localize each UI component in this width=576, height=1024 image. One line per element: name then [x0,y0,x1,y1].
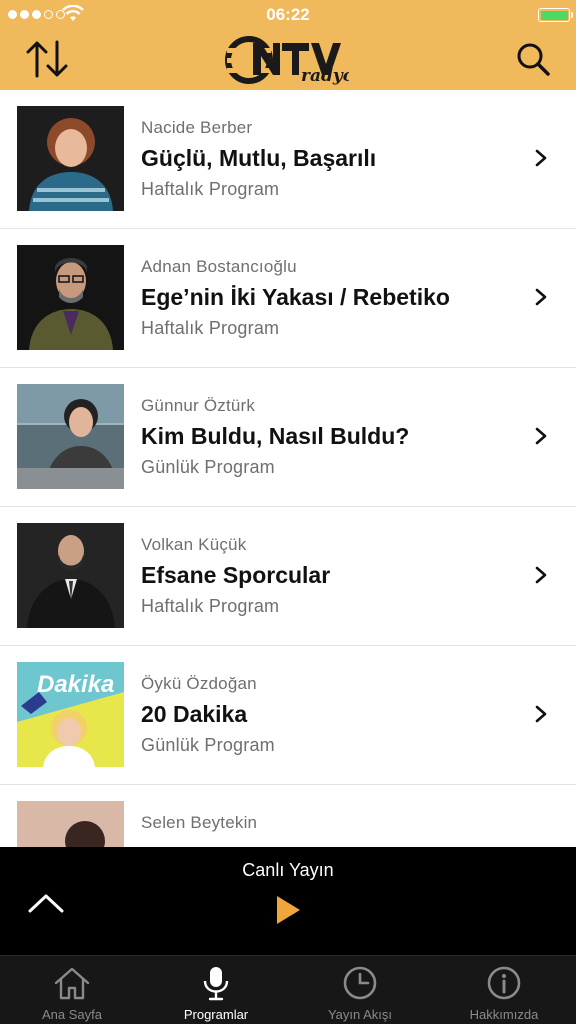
battery-icon [538,8,573,22]
microphone-icon [203,967,229,1001]
chevron-right-icon [535,427,547,445]
host-photo [17,106,124,211]
host-name: Selen Beytekin [141,813,258,832]
clock-icon [343,966,377,1000]
chevron-right-icon [535,705,547,723]
program-row[interactable]: Selen Beytekin [0,785,576,847]
program-title: Efsane Sporcular [141,562,331,588]
live-player-bar[interactable]: Canlı Yayın [0,847,576,955]
ntv-radyo-logo[interactable]: radyo [225,34,349,86]
tab-home[interactable]: Ana Sayfa [0,956,144,1024]
program-row[interactable]: Dakika Öykü Özdoğan 20 Dakika Günlük Pro… [0,646,576,785]
tab-schedule[interactable]: Yayın Akışı [288,956,432,1024]
live-broadcast-label: Canlı Yayın [242,860,334,880]
program-row[interactable]: Adnan Bostancıoğlu Ege’nin İki Yakası / … [0,229,576,368]
program-frequency: Haftalık Program [141,318,280,338]
status-time: 06:22 [266,5,310,24]
program-frequency: Günlük Program [141,735,275,755]
host-name: Günnur Öztürk [141,396,256,415]
home-icon [54,967,90,1000]
program-row[interactable]: Günnur Öztürk Kim Buldu, Nasıl Buldu? Gü… [0,368,576,507]
host-name: Nacide Berber [141,118,253,137]
program-title: Kim Buldu, Nasıl Buldu? [141,423,410,449]
sort-icon [26,40,68,78]
search-button[interactable] [514,38,552,80]
chevron-up-icon[interactable] [26,887,66,917]
top-bar: 06:22 radyo [0,0,576,90]
host-photo [17,523,124,628]
host-name: Öykü Özdoğan [141,674,257,693]
search-icon [517,43,550,76]
host-name: Volkan Küçük [141,535,247,554]
svg-text:Dakika: Dakika [37,671,114,698]
program-artwork: Dakika [17,662,124,767]
chevron-right-icon [535,566,547,584]
host-name: Adnan Bostancıoğlu [141,257,297,276]
program-title: 20 Dakika [141,701,248,727]
svg-text:radyo: radyo [301,66,349,86]
program-title: Güçlü, Mutlu, Başarılı [141,145,377,171]
play-icon[interactable] [272,893,304,927]
program-row[interactable]: Nacide Berber Güçlü, Mutlu, Başarılı Haf… [0,90,576,229]
program-title: Ege’nin İki Yakası / Rebetiko [141,284,450,310]
program-frequency: Günlük Program [141,457,275,477]
tab-label: Programlar [183,1007,249,1022]
tab-about[interactable]: Hakkımızda [432,956,576,1024]
host-photo [17,245,124,350]
host-photo [17,801,124,847]
chevron-right-icon [535,288,547,306]
tab-label: Hakkımızda [469,1007,539,1022]
chevron-right-icon [535,149,547,167]
info-icon [487,966,521,1000]
program-row[interactable]: Volkan Küçük Efsane Sporcular Haftalık P… [0,507,576,646]
tab-bar: Ana Sayfa Programlar Yayın Akışı Hakkımı… [0,955,576,1024]
nav-header: radyo [0,30,576,90]
host-photo [17,384,124,489]
program-frequency: Haftalık Program [141,596,280,616]
tab-label: Ana Sayfa [42,1007,102,1022]
tab-label: Yayın Akışı [327,1007,393,1022]
sort-button[interactable] [24,38,70,80]
program-list[interactable]: Nacide Berber Güçlü, Mutlu, Başarılı Haf… [0,90,576,847]
program-frequency: Haftalık Program [141,179,280,199]
tab-programs[interactable]: Programlar [144,956,288,1024]
status-bar: 06:22 [0,0,576,30]
